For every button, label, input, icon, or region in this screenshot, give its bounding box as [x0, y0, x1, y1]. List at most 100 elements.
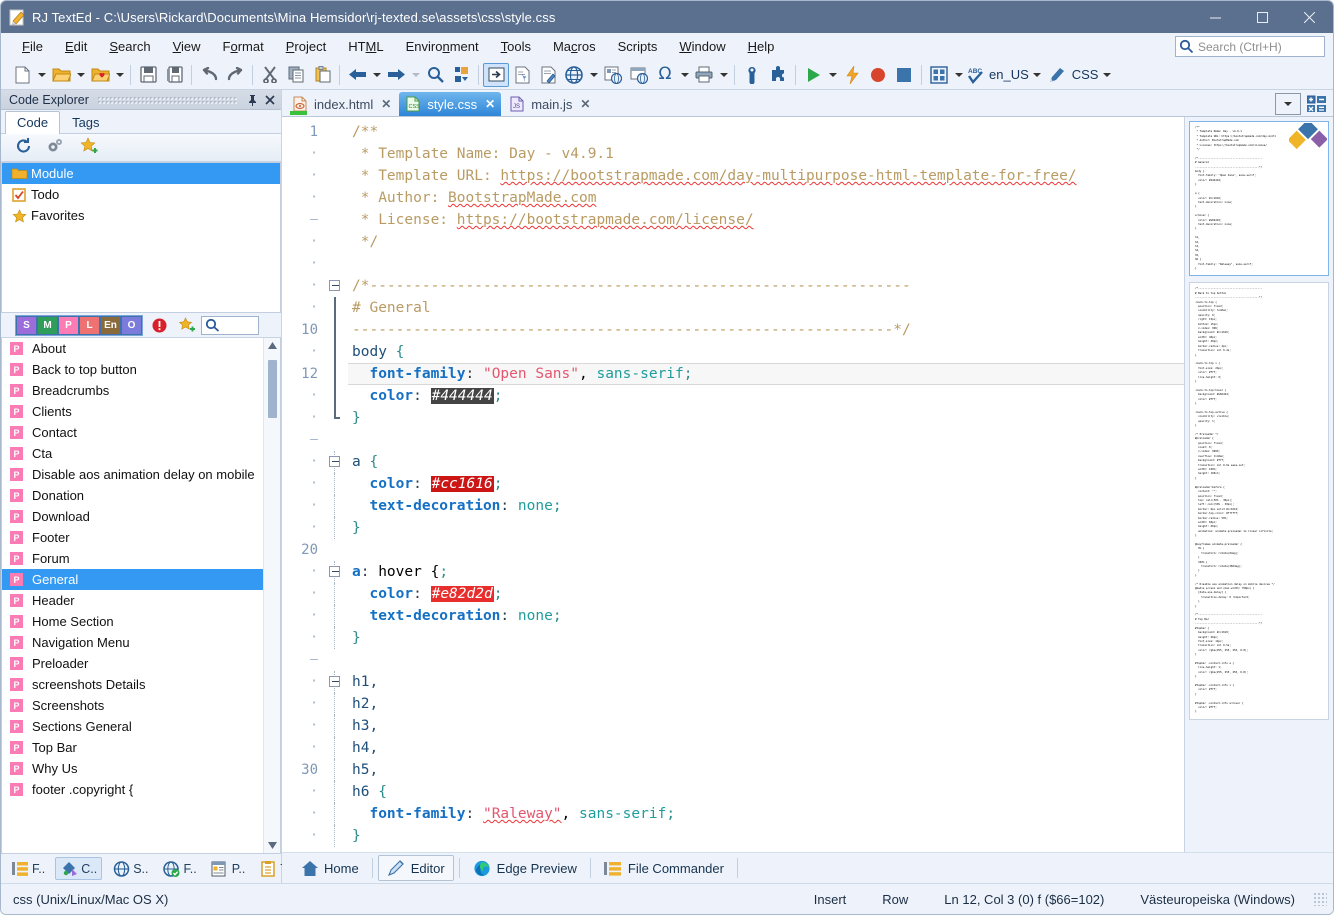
scroll-up-icon[interactable]	[264, 338, 280, 353]
save-all-icon[interactable]	[161, 63, 187, 87]
new-file-dropdown-icon[interactable]	[35, 63, 48, 87]
open-favorite-dropdown-icon[interactable]	[113, 63, 126, 87]
print-dropdown-icon[interactable]	[717, 63, 730, 87]
code-line[interactable]	[348, 253, 1184, 275]
menu-html[interactable]: HTML	[337, 35, 394, 58]
menu-edit[interactable]: Edit	[54, 35, 98, 58]
grid-layout-icon[interactable]	[926, 63, 952, 87]
edit-snippet-icon[interactable]	[535, 63, 561, 87]
panel-close-icon[interactable]	[263, 93, 277, 107]
pin-icon[interactable]	[245, 93, 259, 107]
code-line[interactable]: color: #cc1616;	[348, 473, 1184, 495]
code-line[interactable]: font-family: "Open Sans", sans-serif;	[348, 363, 1184, 385]
filter-l[interactable]: L	[79, 316, 100, 335]
symbol-list-item[interactable]: Pscreenshots Details	[2, 674, 280, 695]
view-button-editor[interactable]: Editor	[378, 855, 454, 881]
status-insert-mode[interactable]: Insert	[796, 892, 865, 907]
code-line[interactable]	[348, 429, 1184, 451]
symbol-list-item[interactable]: PBack to top button	[2, 359, 280, 380]
filter-o[interactable]: O	[121, 316, 142, 335]
status-caret-position[interactable]: Ln 12, Col 3 (0) f ($66=102)	[926, 892, 1122, 907]
color-picker-icon[interactable]	[1044, 63, 1070, 87]
cut-icon[interactable]	[257, 63, 283, 87]
dock-tab-sites[interactable]: S..	[108, 858, 152, 879]
menu-project[interactable]: Project	[275, 35, 337, 58]
refresh-icon[interactable]	[15, 137, 33, 158]
settings-wrench-icon[interactable]	[739, 63, 765, 87]
code-line[interactable]: * Template Name: Day - v4.9.1	[348, 143, 1184, 165]
dock-tab-clips[interactable]: C..	[55, 857, 102, 880]
symbol-list-item[interactable]: PDownload	[2, 506, 280, 527]
grid-layout-dropdown-icon[interactable]	[952, 63, 965, 87]
code-line[interactable]: h6 {	[348, 781, 1184, 803]
code-line[interactable]: text-decoration: none;	[348, 495, 1184, 517]
paste-icon[interactable]	[309, 63, 335, 87]
new-file-icon[interactable]	[9, 63, 35, 87]
editor-tab-main-js[interactable]: JS main.js ✕	[503, 92, 596, 116]
tab-tags[interactable]: Tags	[60, 111, 111, 133]
menu-scripts[interactable]: Scripts	[607, 35, 669, 58]
run-script-icon[interactable]	[800, 63, 826, 87]
symbol-list-scrollbar[interactable]	[263, 338, 280, 853]
navigate-back-icon[interactable]	[344, 63, 370, 87]
find-icon[interactable]	[422, 63, 448, 87]
menu-view[interactable]: View	[162, 35, 212, 58]
symbol-list-item[interactable]: PHeader	[2, 590, 280, 611]
symbol-list-item[interactable]: PClients	[2, 401, 280, 422]
fold-cell[interactable]	[326, 451, 348, 473]
lightning-icon[interactable]	[839, 63, 865, 87]
fold-toggle-icon[interactable]	[329, 676, 340, 687]
menu-tools[interactable]: Tools	[490, 35, 542, 58]
resize-grip[interactable]	[1313, 892, 1327, 906]
filter-en[interactable]: En	[100, 316, 121, 335]
code-line[interactable]: a {	[348, 451, 1184, 473]
code-line[interactable]: }	[348, 517, 1184, 539]
maximize-button[interactable]	[1239, 1, 1286, 33]
close-button[interactable]	[1286, 1, 1333, 33]
syntax-mode-label[interactable]: CSS	[1070, 67, 1101, 82]
tab-list-dropdown-icon[interactable]	[1275, 93, 1301, 115]
add-favorite-star-icon[interactable]	[80, 137, 100, 158]
scroll-down-icon[interactable]	[264, 838, 280, 853]
menu-macros[interactable]: Macros	[542, 35, 607, 58]
menu-file[interactable]: File	[11, 35, 54, 58]
add-favorite-star-icon[interactable]	[175, 316, 199, 335]
fold-cell[interactable]	[326, 671, 348, 693]
fold-toggle-icon[interactable]	[329, 566, 340, 577]
symbol-list-item[interactable]: PDonation	[2, 485, 280, 506]
code-line[interactable]: }	[348, 825, 1184, 847]
tab-close-icon[interactable]: ✕	[381, 97, 391, 111]
symbol-list-item[interactable]: PHome Section	[2, 611, 280, 632]
code-line[interactable]: color: #444444;	[348, 385, 1184, 407]
stop-macro-icon[interactable]	[891, 63, 917, 87]
symbol-list-item[interactable]: PDisable aos animation delay on mobile	[2, 464, 280, 485]
browser-preview-icon[interactable]	[561, 63, 587, 87]
navigate-forward-icon[interactable]	[383, 63, 409, 87]
code-line[interactable]: }	[348, 407, 1184, 429]
code-line[interactable]: h5,	[348, 759, 1184, 781]
open-file-icon[interactable]	[48, 63, 74, 87]
settings-gear-icon[interactable]	[45, 137, 64, 158]
code-line[interactable]: a: hover {;	[348, 561, 1184, 583]
navigate-forward-dropdown-icon[interactable]	[409, 63, 422, 87]
menu-format[interactable]: Format	[212, 35, 275, 58]
filter-m[interactable]: M	[37, 316, 58, 335]
save-icon[interactable]	[135, 63, 161, 87]
panel-drag-grip[interactable]	[97, 96, 237, 104]
record-macro-icon[interactable]	[865, 63, 891, 87]
menu-window[interactable]: Window	[668, 35, 736, 58]
editor-tab-index-html[interactable]: index.html ✕	[286, 92, 397, 116]
special-character-icon[interactable]: Ω	[652, 63, 678, 87]
open-favorite-icon[interactable]	[87, 63, 113, 87]
error-icon[interactable]	[147, 316, 171, 335]
fold-toggle-icon[interactable]	[329, 456, 340, 467]
code-line[interactable]: * License: https://bootstrapmade.com/lic…	[348, 209, 1184, 231]
tree-item-module[interactable]: Module	[2, 163, 280, 184]
status-selection-mode[interactable]: Row	[864, 892, 926, 907]
code-line[interactable]	[348, 649, 1184, 671]
plugins-icon[interactable]	[765, 63, 791, 87]
split-view-icon[interactable]	[1305, 93, 1329, 115]
view-button-home[interactable]: Home	[292, 856, 367, 880]
code-line[interactable]	[348, 539, 1184, 561]
code-text[interactable]: /** * Template Name: Day - v4.9.1 * Temp…	[348, 117, 1184, 883]
